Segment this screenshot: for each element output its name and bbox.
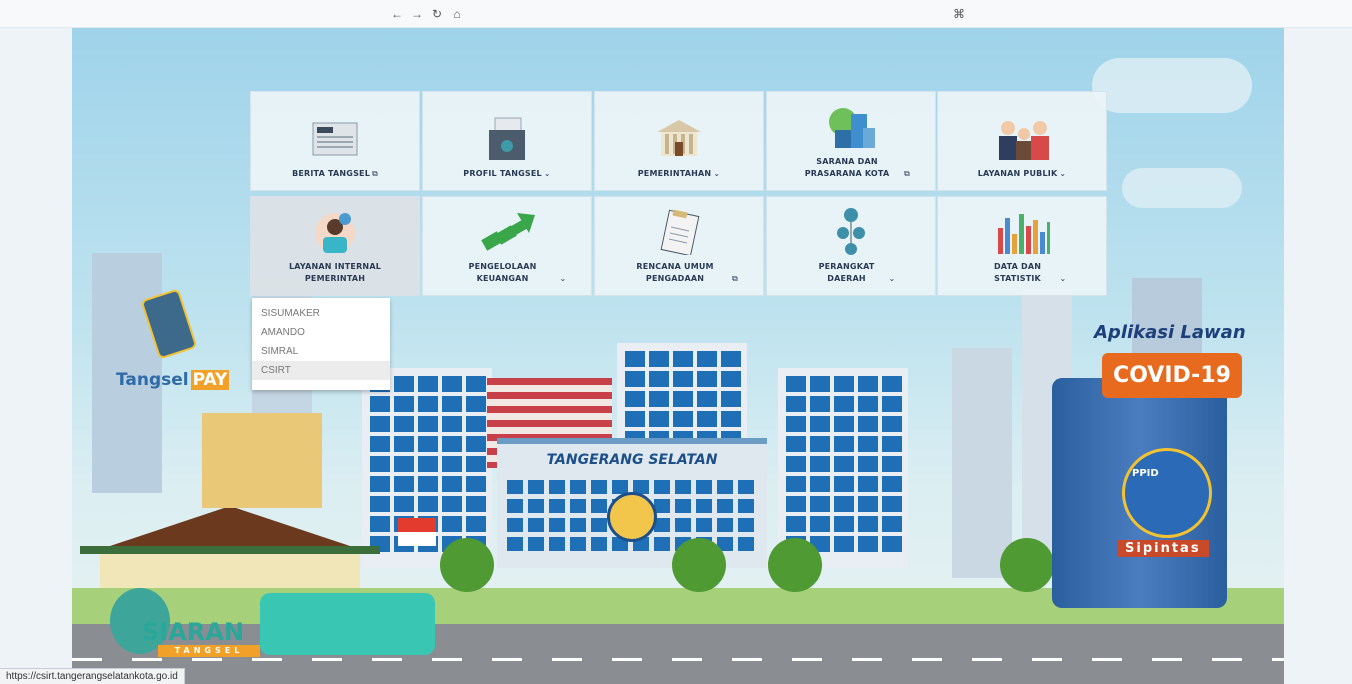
chevron-down-icon: ⌄	[713, 169, 721, 178]
ppid-label: PPID	[1132, 468, 1159, 479]
siaran-title: SIARAN	[142, 618, 244, 646]
hotel-building	[202, 413, 322, 508]
chevron-down-icon: ⌄	[559, 274, 567, 283]
building-windows	[625, 351, 741, 447]
browser-toolbar: ← → ↻ ⌂ ⌘	[0, 0, 1352, 28]
tile-sarana-prasarana[interactable]: SARANA DAN PRASARANA KOTA ⧉	[766, 91, 936, 191]
tile-label: DATA DAN STATISTIK ⌄	[993, 262, 1067, 283]
tangsel-pay-text: Tangsel PAY	[116, 370, 230, 390]
external-link-icon: ⧉	[732, 274, 738, 283]
tile-layanan-internal[interactable]: LAYANAN INTERNAL PEMERINTAH	[250, 196, 420, 296]
road-marking	[72, 658, 1284, 661]
tile-label: RENCANA UMUM PENGADAAN ⧉	[636, 262, 738, 283]
tile-profil-tangsel[interactable]: PROFIL TANGSEL ⌄	[422, 91, 592, 191]
tile-label: PENGELOLAAN KEUANGAN ⌄	[468, 262, 567, 283]
background-tower	[952, 348, 1012, 578]
city-buildings-icon	[823, 104, 879, 150]
chevron-down-icon: ⌄	[888, 274, 896, 283]
folder-icon	[479, 116, 535, 162]
tile-label: LAYANAN PUBLIK ⌄	[977, 169, 1067, 178]
tree	[672, 538, 726, 592]
flag-icon	[398, 518, 436, 532]
tile-pengelolaan-keuangan[interactable]: PENGELOLAAN KEUANGAN ⌄	[422, 196, 592, 296]
tile-berita-tangsel[interactable]: BERITA TANGSEL ⧉	[250, 91, 420, 191]
back-arrow-icon[interactable]: ←	[390, 6, 404, 22]
extension-icon[interactable]: ⌘	[952, 6, 966, 22]
chevron-down-icon: ⌄	[543, 169, 551, 178]
tile-label: LAYANAN INTERNAL PEMERINTAH	[288, 262, 382, 283]
sipintas-label: Sipintas	[1117, 540, 1209, 557]
reload-icon[interactable]: ↻	[430, 6, 444, 22]
tile-label: BERITA TANGSEL ⧉	[292, 169, 378, 178]
tangsel-pay-logo[interactable]	[127, 283, 207, 373]
tile-rencana-umum-pengadaan[interactable]: RENCANA UMUM PENGADAAN ⧉	[594, 196, 764, 296]
chevron-down-icon: ⌄	[1059, 274, 1067, 283]
tile-label: PEMERINTAHAN ⌄	[637, 169, 721, 178]
home-icon[interactable]: ⌂	[450, 6, 464, 22]
bar-chart-icon	[994, 209, 1050, 255]
siaran-subtitle: TANGSEL	[158, 645, 260, 657]
money-growth-icon	[479, 209, 535, 255]
city-hall-building: TANGERANG SELATAN	[497, 438, 767, 568]
chevron-down-icon: ⌄	[1059, 169, 1067, 178]
tile-perangkat-daerah[interactable]: PERANGKAT DAERAH ⌄	[766, 196, 936, 296]
ppid-mascot-icon[interactable]	[1122, 448, 1212, 538]
building-sign: TANGERANG SELATAN	[546, 452, 718, 468]
newspaper-icon	[307, 116, 363, 162]
flag-white	[398, 532, 436, 546]
covid-badge[interactable]: COVID-19	[1102, 353, 1242, 398]
dropdown-item-sisumaker[interactable]: SISUMAKER	[252, 304, 390, 323]
tree	[768, 538, 822, 592]
customer-service-icon	[307, 209, 363, 255]
external-link-icon: ⧉	[904, 169, 910, 178]
people-icon	[994, 116, 1050, 162]
bus-illustration	[260, 593, 435, 655]
tree	[440, 538, 494, 592]
status-bar-url: https://csirt.tangerangselatankota.go.id	[0, 668, 185, 684]
building-windows	[786, 376, 902, 552]
government-building-icon	[651, 116, 707, 162]
cloud	[1092, 58, 1252, 113]
forward-arrow-icon[interactable]: →	[410, 6, 424, 22]
city-emblem-icon	[607, 492, 657, 542]
dropdown-item-csirt[interactable]: CSIRT	[252, 361, 390, 380]
cloud	[1122, 168, 1242, 208]
tile-label: PERANGKAT DAERAH ⌄	[818, 262, 896, 283]
covid-title: Aplikasi Lawan	[1094, 322, 1246, 343]
tree	[1000, 538, 1054, 592]
tile-pemerintahan[interactable]: PEMERINTAHAN ⌄	[594, 91, 764, 191]
tile-label: SARANA DAN PRASARANA KOTA ⧉	[804, 157, 910, 178]
tile-data-statistik[interactable]: DATA DAN STATISTIK ⌄	[937, 196, 1107, 296]
tile-label: PROFIL TANGSEL ⌄	[463, 169, 551, 178]
org-structure-icon	[823, 208, 879, 255]
dropdown-item-simral[interactable]: SIMRAL	[252, 342, 390, 361]
layanan-internal-dropdown: SISUMAKER AMANDO SIMRAL CSIRT	[252, 298, 390, 390]
clipboard-icon	[651, 209, 707, 255]
tile-layanan-publik[interactable]: LAYANAN PUBLIK ⌄	[937, 91, 1107, 191]
external-link-icon: ⧉	[372, 169, 378, 178]
dropdown-item-amando[interactable]: AMANDO	[252, 323, 390, 342]
